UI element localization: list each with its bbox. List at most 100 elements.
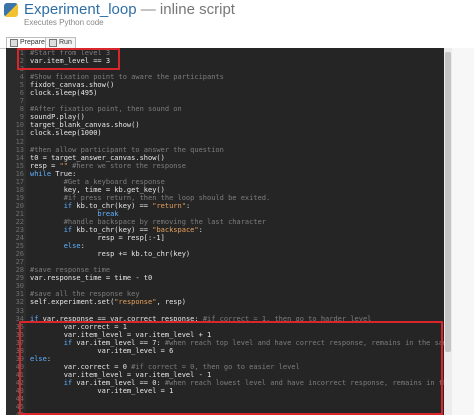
line-number: 23 — [15, 226, 24, 235]
code-line[interactable]: 45 — [6, 403, 444, 411]
line-number: 14 — [15, 153, 24, 162]
line-number: 4 — [19, 73, 24, 82]
code-token: kb.to_chr(key) == — [72, 201, 153, 210]
code-text: clock.sleep(1000) — [30, 129, 102, 137]
line-number: 18 — [15, 185, 24, 194]
code-token: : — [198, 226, 203, 235]
code-token: #if correct = 1, then go to harder level — [202, 314, 372, 323]
code-token: #if press return, then the loop should b… — [30, 193, 271, 202]
line-number: 36 — [15, 330, 24, 339]
item-name[interactable]: Experiment_loop — [24, 1, 137, 18]
code-token: var.response == var.correct_response: — [38, 314, 203, 323]
code-line[interactable]: 15 resp = "" #here we store the response — [6, 162, 444, 170]
code-text: else: — [30, 242, 85, 250]
code-line[interactable]: 27 — [6, 258, 444, 266]
code-line[interactable]: 46 — [6, 411, 444, 415]
code-line[interactable]: 33 — [6, 307, 444, 315]
code-token: var.correct = 0 — [30, 362, 132, 371]
code-text: while True: — [30, 170, 76, 178]
code-line[interactable]: 5 fixdot_canvas.show() — [6, 81, 444, 89]
code-token: var.item_level = 6 — [30, 346, 174, 355]
code-line[interactable]: 6 clock.sleep(495) — [6, 89, 444, 97]
line-number: 19 — [15, 193, 24, 202]
code-line[interactable]: 21 break — [6, 210, 444, 218]
code-line[interactable]: 42 if var.item_level == 0: #when reach l… — [6, 379, 444, 387]
editor-scrollbar-thumb[interactable] — [445, 52, 451, 352]
code-text: key, time = kb.get_key() — [30, 186, 165, 194]
code-line[interactable]: 16 while True: — [6, 170, 444, 178]
code-line[interactable]: 39 else: — [6, 355, 444, 363]
code-line[interactable]: 20 if kb.to_chr(key) == "return": — [6, 202, 444, 210]
code-token: kb.to_chr(key) == — [72, 226, 153, 235]
code-line[interactable]: 29 var.response_time = time - t0 — [6, 274, 444, 282]
code-line[interactable]: 19 #if press return, then the loop shoul… — [6, 194, 444, 202]
code-line[interactable]: 2 var.item_level == 3 — [6, 57, 444, 65]
code-line[interactable]: 9 soundP.play() — [6, 113, 444, 121]
code-text: target_blank_canvas.show() — [30, 121, 140, 129]
run-icon — [49, 39, 57, 47]
code-token: t0 = target_answer_canvas.show() — [30, 153, 165, 162]
code-text: var.correct = 0 #if correct = 0, then go… — [30, 363, 300, 371]
code-text: if kb.to_chr(key) == "backspace": — [30, 226, 203, 234]
code-text: if kb.to_chr(key) == "return": — [30, 202, 190, 210]
line-number: 46 — [6, 411, 24, 415]
code-line[interactable]: 44 — [6, 395, 444, 403]
code-line[interactable]: 37 if var.item_level == 7: #when reach t… — [6, 339, 444, 347]
code-line[interactable]: 40 var.correct = 0 #if correct = 0, then… — [6, 363, 444, 371]
item-type: inline script — [159, 1, 235, 18]
code-line[interactable]: 23 if kb.to_chr(key) == "backspace": — [6, 226, 444, 234]
line-number: 24 — [15, 234, 24, 243]
code-line[interactable]: 41 var.item_level = var.item_level - 1 — [6, 371, 444, 379]
code-line[interactable]: 8 #After fixation point, then sound on — [6, 105, 444, 113]
line-number: 2 — [19, 57, 24, 66]
code-line[interactable]: 26 resp += kb.to_chr(key) — [6, 250, 444, 258]
line-number: 38 — [15, 346, 24, 355]
code-line[interactable]: 30 — [6, 282, 444, 290]
line-number: 3 — [19, 65, 24, 74]
code-token: var.item_level = var.item_level + 1 — [30, 330, 212, 339]
code-editor[interactable]: 1 #Start from level 3 2 var.item_level == 3… — [6, 48, 444, 415]
code-text: var.correct = 1 — [30, 323, 127, 331]
code-line[interactable]: 18 key, time = kb.get_key() — [6, 186, 444, 194]
line-number: 13 — [15, 145, 24, 154]
code-token: #when reach lowest level and have incorr… — [164, 378, 444, 387]
code-text: var.item_level = 6 — [30, 347, 173, 355]
code-line[interactable]: 36 var.item_level = var.item_level + 1 — [6, 331, 444, 339]
code-line[interactable]: 17 #Get a keyboard response — [6, 178, 444, 186]
code-area[interactable]: 1 #Start from level 3 2 var.item_level == 3… — [6, 49, 444, 415]
code-line[interactable]: 28 #save response time — [6, 266, 444, 274]
code-line[interactable]: 22 #handle backspace by removing the las… — [6, 218, 444, 226]
code-line[interactable]: 10 target_blank_canvas.show() — [6, 121, 444, 129]
line-number: 20 — [15, 201, 24, 210]
code-line[interactable]: 38 var.item_level = 6 — [6, 347, 444, 355]
code-line[interactable]: 4 #Show fixation point to aware the parti… — [6, 73, 444, 81]
code-line[interactable]: 12 — [6, 138, 444, 146]
code-line[interactable]: 3 — [6, 65, 444, 73]
code-token: self.experiment.set( — [30, 298, 115, 307]
code-line[interactable]: 7 — [6, 97, 444, 105]
code-text: if var.item_level == 7: #when reach top … — [30, 339, 444, 347]
code-line[interactable]: 24 resp = resp[:-1] — [6, 234, 444, 242]
code-line[interactable]: 11 clock.sleep(1000) — [6, 129, 444, 137]
code-line[interactable]: 32 self.experiment.set("response", resp) — [6, 298, 444, 306]
line-number: 43 — [15, 386, 24, 395]
code-text: var.item_level = var.item_level + 1 — [30, 330, 212, 339]
tab-run[interactable]: Run — [45, 37, 76, 48]
code-line[interactable]: 35 var.correct = 1 — [6, 323, 444, 331]
code-line[interactable]: 43 var.item_level = 1 — [6, 387, 444, 395]
code-line[interactable]: 14 t0 = target_answer_canvas.show() — [6, 154, 444, 162]
code-line[interactable]: 1 #Start from level 3 — [6, 49, 444, 57]
code-line[interactable]: 25 else: — [6, 242, 444, 250]
code-text: #handle backspace by removing the last c… — [30, 218, 266, 226]
tab-prepare[interactable]: Prepare — [6, 37, 49, 48]
code-token: #Show fixation point to aware the partic… — [30, 73, 224, 82]
line-number: 7 — [19, 97, 24, 106]
code-line[interactable]: 13 #then allow participant to answer the … — [6, 146, 444, 154]
code-line[interactable]: 31 #save all the response key — [6, 290, 444, 298]
code-token: soundP.play() — [30, 113, 85, 122]
code-token: target_blank_canvas.show() — [30, 121, 140, 130]
code-token: #After fixation point, then sound on — [30, 105, 182, 114]
code-line[interactable]: 34 if var.response == var.correct_respons… — [6, 315, 444, 323]
line-number: 21 — [15, 209, 24, 218]
